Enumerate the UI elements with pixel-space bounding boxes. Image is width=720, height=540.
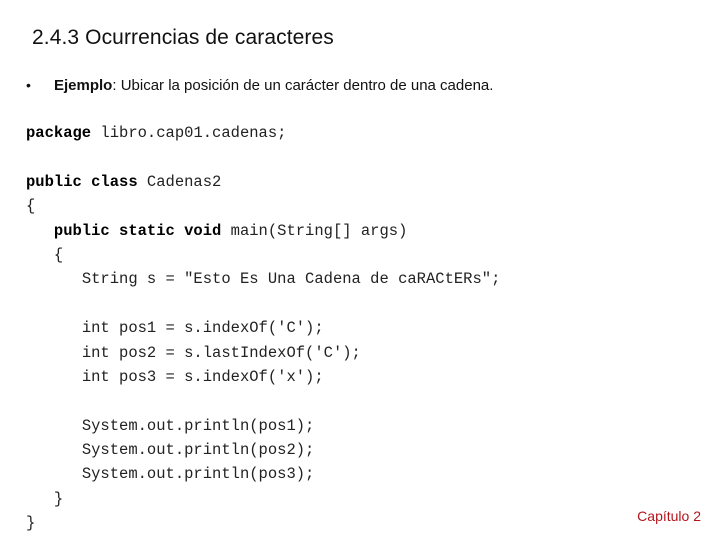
code-keyword: public class	[26, 172, 138, 191]
code-text: }	[53, 489, 64, 508]
code-line: System.out.println(pos2);	[26, 438, 500, 462]
code-line: }	[26, 487, 500, 511]
code-line: public class Cadenas2	[26, 170, 500, 194]
code-line: package libro.cap01.cadenas;	[26, 121, 500, 145]
code-line: {	[26, 194, 500, 218]
code-keyword: public static void	[53, 221, 222, 240]
bullet-item: • Ejemplo: Ubicar la posición de un carác…	[26, 77, 493, 94]
code-block: package libro.cap01.cadenas; public class…	[26, 121, 500, 536]
code-line: public static void main(String[] args)	[26, 219, 500, 243]
code-line: {	[26, 243, 500, 267]
code-line: String s = "Esto Es Una Cadena de caRACt…	[26, 267, 501, 291]
code-text: System.out.println(pos1);	[81, 416, 315, 435]
chapter-footer: Capítulo 2	[637, 508, 701, 524]
code-line: }	[26, 511, 500, 535]
code-text: libro.cap01.cadenas;	[91, 124, 287, 142]
code-text: int pos3 = s.indexOf('x');	[81, 367, 324, 386]
code-text: int pos1 = s.indexOf('C');	[81, 319, 324, 338]
code-text: System.out.println(pos3);	[81, 465, 315, 484]
bullet-text: Ubicar la posición de un carácter dentro…	[116, 77, 494, 94]
code-line: System.out.println(pos3);	[26, 462, 500, 486]
code-text: }	[26, 514, 36, 533]
code-text: System.out.println(pos2);	[81, 441, 315, 460]
code-text: {	[26, 197, 36, 216]
code-text: Cadenas2	[137, 172, 222, 191]
code-keyword: package	[26, 124, 92, 142]
slide-title: 2.4.3 Ocurrencias de caracteres	[32, 26, 334, 49]
code-line: int pos1 = s.indexOf('C');	[26, 316, 500, 340]
bullet-label: Ejemplo	[54, 77, 113, 94]
code-text: int pos2 = s.lastIndexOf('C');	[81, 343, 361, 362]
code-line: int pos2 = s.lastIndexOf('C');	[26, 341, 500, 365]
code-text: main(String[] args)	[221, 221, 408, 240]
code-line: System.out.println(pos1);	[26, 414, 500, 438]
bullet-dot-icon: •	[26, 77, 31, 93]
code-line: int pos3 = s.indexOf('x');	[26, 365, 500, 389]
code-text: {	[53, 245, 64, 264]
code-text: String s = "Esto Es Una Cadena de caRACt…	[81, 270, 501, 289]
